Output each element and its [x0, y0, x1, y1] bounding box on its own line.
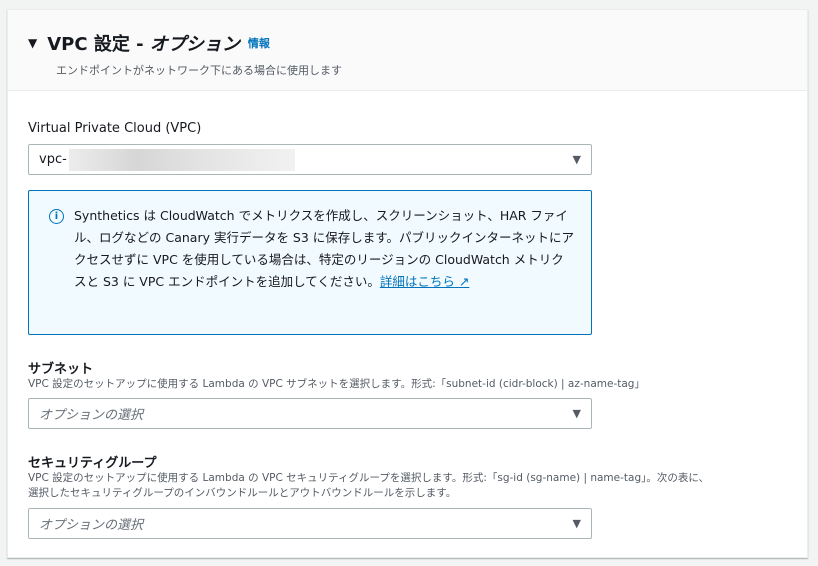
subnet-description: VPC 設定のセットアップに使用する Lambda の VPC サブネットを選択… — [28, 378, 645, 390]
panel-title: VPC 設定 - オプション — [47, 34, 240, 55]
panel-header: ▼ VPC 設定 - オプション 情報 エンドポイントがネットワーク下にある場合… — [8, 10, 807, 91]
security-group-description: VPC 設定のセットアップに使用する Lambda の VPC セキュリティグル… — [28, 472, 710, 499]
subnet-placeholder: オプションの選択 — [39, 408, 144, 423]
caret-down-icon: ▼ — [572, 517, 581, 530]
expand-toggle-icon[interactable]: ▼ — [28, 36, 37, 50]
info-link[interactable]: 情報 — [248, 35, 270, 51]
security-group-label: セキュリティグループ — [28, 456, 157, 471]
vpc-label: Virtual Private Cloud (VPC) — [28, 121, 202, 136]
security-group-select[interactable]: オプションの選択 ▼ — [28, 508, 592, 539]
vpc-settings-panel: ▼ VPC 設定 - オプション 情報 エンドポイントがネットワーク下にある場合… — [7, 9, 808, 558]
caret-down-icon: ▼ — [572, 407, 581, 420]
subnet-select[interactable]: オプションの選択 ▼ — [28, 398, 592, 429]
redacted-vpc-id — [68, 148, 295, 171]
external-link-icon: ↗ — [458, 274, 470, 289]
info-icon: i — [49, 209, 64, 224]
caret-down-icon: ▼ — [572, 153, 581, 166]
vpc-select[interactable]: vpc- ▼ — [28, 144, 592, 175]
panel-subtitle: エンドポイントがネットワーク下にある場合に使用します — [56, 64, 342, 77]
subnet-label: サブネット — [28, 362, 94, 377]
alert-text: Synthetics は CloudWatch でメトリクスを作成し、スクリーン… — [74, 208, 575, 289]
vpc-value: vpc- — [39, 152, 67, 167]
security-group-placeholder: オプションの選択 — [39, 518, 144, 533]
info-alert: i Synthetics は CloudWatch でメトリクスを作成し、スクリ… — [28, 190, 592, 335]
learn-more-link[interactable]: 詳細はこちら ↗ — [380, 274, 469, 289]
